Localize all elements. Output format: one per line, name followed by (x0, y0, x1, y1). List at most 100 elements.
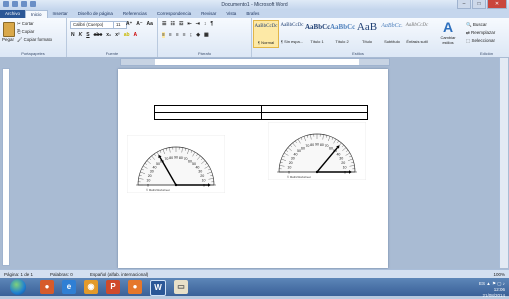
highlight-button[interactable]: ab (124, 32, 130, 38)
protractor-label: 30 (198, 170, 202, 174)
tab-insertar[interactable]: Insertar (48, 10, 73, 18)
table-cell[interactable] (155, 106, 262, 113)
paint-icon[interactable]: ▭ (174, 280, 188, 294)
change-styles-button[interactable]: A Cambiar estilos (437, 20, 459, 45)
paste-icon[interactable] (3, 22, 15, 37)
paste-button[interactable]: Pegar (2, 37, 14, 42)
superscript-button[interactable]: x² (115, 32, 119, 38)
justify-button[interactable]: ≡ (183, 32, 186, 38)
style-heading-1[interactable]: AaBbCcTítulo 1 (305, 20, 329, 46)
protractor-label: 70 (305, 144, 309, 148)
tab-archivo[interactable]: Archivo (0, 10, 25, 18)
style-no-spacing[interactable]: AaBbCcDc¶ Sin espa... (280, 20, 304, 46)
protractor-label: 30 (339, 157, 343, 161)
vertical-scrollbar[interactable] (499, 58, 508, 268)
format-painter-button[interactable]: 🖌 Copiar formato (17, 37, 52, 43)
tab-brafes[interactable]: Brafes (241, 10, 264, 18)
show-marks-button[interactable]: ¶ (210, 21, 213, 27)
multilevel-button[interactable]: ☲ (179, 21, 183, 27)
style-normal[interactable]: AaBbCcDc¶ Normal (253, 20, 279, 48)
cut-button[interactable]: ✂ Cortar (17, 21, 34, 27)
protractor-image-right[interactable]: 908080707060605050404030302020101000© Ma… (268, 122, 366, 180)
internet-explorer-icon[interactable]: e (62, 280, 76, 294)
word-taskbar-icon[interactable]: W (150, 280, 166, 296)
find-button[interactable]: 🔍 Buscar (466, 21, 495, 29)
protractor-image-left[interactable]: 908080707060605050404030302020101000© Ma… (127, 135, 225, 193)
minimize-button[interactable]: – (457, 0, 471, 9)
italic-button[interactable]: K (79, 32, 83, 38)
numbering-button[interactable]: ☷ (170, 21, 174, 27)
table-cell[interactable] (261, 113, 368, 120)
protractor-label: 50 (297, 149, 301, 153)
table-cell[interactable] (155, 113, 262, 120)
shading-button[interactable]: ◈ (196, 32, 200, 38)
align-right-button[interactable]: ≡ (176, 32, 179, 38)
firefox-icon[interactable]: ● (128, 280, 142, 294)
protractor-label: 30 (150, 170, 154, 174)
tab-referencias[interactable]: Referencias (118, 10, 152, 18)
protractor-center (175, 184, 177, 186)
paragraph-group: ☰ ☷ ☲ ⇤ ⇥ ↕ ¶ ≡ ≡ ≡ ≡ ↨ ◈ ▦ Párrafo (158, 18, 252, 57)
protractor-label: 60 (301, 146, 305, 150)
protractor-label: 10 (343, 166, 347, 170)
protractor-label: 90 (174, 156, 178, 160)
close-button[interactable]: ✕ (487, 0, 507, 9)
decrease-indent-button[interactable]: ⇤ (187, 21, 191, 27)
tab-diseno-pagina[interactable]: Diseño de página (73, 10, 118, 18)
style-heading-2[interactable]: AaBbCcTítulo 2 (330, 20, 354, 46)
chrome-icon[interactable]: ◉ (84, 280, 98, 294)
style-subtitle[interactable]: AaBbCc.Subtítulo (380, 20, 404, 46)
powerpoint-icon[interactable]: P (106, 280, 120, 294)
protractor-caption: © MathsWorksheet (146, 188, 170, 192)
borders-button[interactable]: ▦ (204, 32, 209, 38)
style-subtle-emphasis[interactable]: AaBbCcDcÉnfasis sutil (405, 20, 429, 46)
sort-button[interactable]: ↕ (204, 21, 207, 27)
align-left-button[interactable]: ≡ (162, 32, 165, 38)
paragraph-group-label: Párrafo (158, 51, 251, 56)
table-cell[interactable] (261, 106, 368, 113)
select-button[interactable]: ⬚ Seleccionar (466, 37, 495, 45)
shrink-font-button[interactable]: A⁻ (136, 21, 142, 27)
tab-correspondencia[interactable]: Correspondencia (152, 10, 196, 18)
bullets-button[interactable]: ☰ (162, 21, 166, 27)
increase-indent-button[interactable]: ⇥ (196, 21, 200, 27)
grow-font-button[interactable]: A⁺ (126, 21, 132, 27)
align-center-button[interactable]: ≡ (169, 32, 172, 38)
font-size-box[interactable]: 11 (113, 21, 127, 29)
ruler-right-margin (359, 59, 389, 65)
protractor-label: 0 (147, 184, 149, 188)
protractor-label: 70 (325, 144, 329, 148)
maximize-button[interactable]: □ (472, 0, 486, 9)
line-spacing-button[interactable]: ↨ (190, 32, 193, 38)
table-row (155, 106, 368, 113)
font-color-button[interactable]: A (134, 32, 138, 38)
tab-vista[interactable]: Vista (221, 10, 241, 18)
protractor-caption: © MathsWorksheet (287, 175, 311, 179)
change-case-button[interactable]: Aa (147, 21, 153, 27)
font-name-box[interactable]: Calibri (Cuerpo) (70, 21, 114, 29)
copy-button[interactable]: ⎘ Copiar (17, 29, 34, 34)
ribbon-tabs: Archivo Inicio Insertar Diseño de página… (0, 10, 509, 18)
tab-revisar[interactable]: Revisar (196, 10, 221, 18)
replace-button[interactable]: ⇄ Reemplazar (466, 29, 495, 37)
vertical-ruler[interactable] (2, 68, 10, 266)
language-tray[interactable]: ES (479, 281, 485, 286)
title-bar: Documento1 - Microsoft Word – □ ✕ (0, 0, 509, 10)
document-table[interactable] (154, 105, 368, 120)
strikethrough-button[interactable]: abc (94, 32, 103, 38)
document-page[interactable]: 908080707060605050404030302020101000© Ma… (118, 69, 388, 268)
subscript-button[interactable]: x₂ (106, 32, 111, 38)
horizontal-ruler[interactable] (120, 58, 390, 66)
change-styles-icon: A (437, 20, 459, 35)
underline-button[interactable]: S (86, 32, 89, 38)
protractor-label: 80 (179, 156, 183, 160)
media-player-icon[interactable]: ● (40, 280, 54, 294)
start-button[interactable] (10, 279, 26, 295)
taskbar: ● e ◉ P ● W ▭ ES ▲ ⚑ ▢ ♪ 12:06 21/08/201… (0, 278, 509, 296)
protractor-label: 10 (287, 166, 291, 170)
protractor-label: 10 (146, 179, 150, 183)
font-size-controls: A⁺ A⁻ Aa (126, 21, 153, 27)
bold-button[interactable]: N (71, 32, 75, 38)
clock-date[interactable]: 21/08/2014 (479, 293, 505, 299)
style-title[interactable]: AaBTítulo (355, 20, 379, 46)
